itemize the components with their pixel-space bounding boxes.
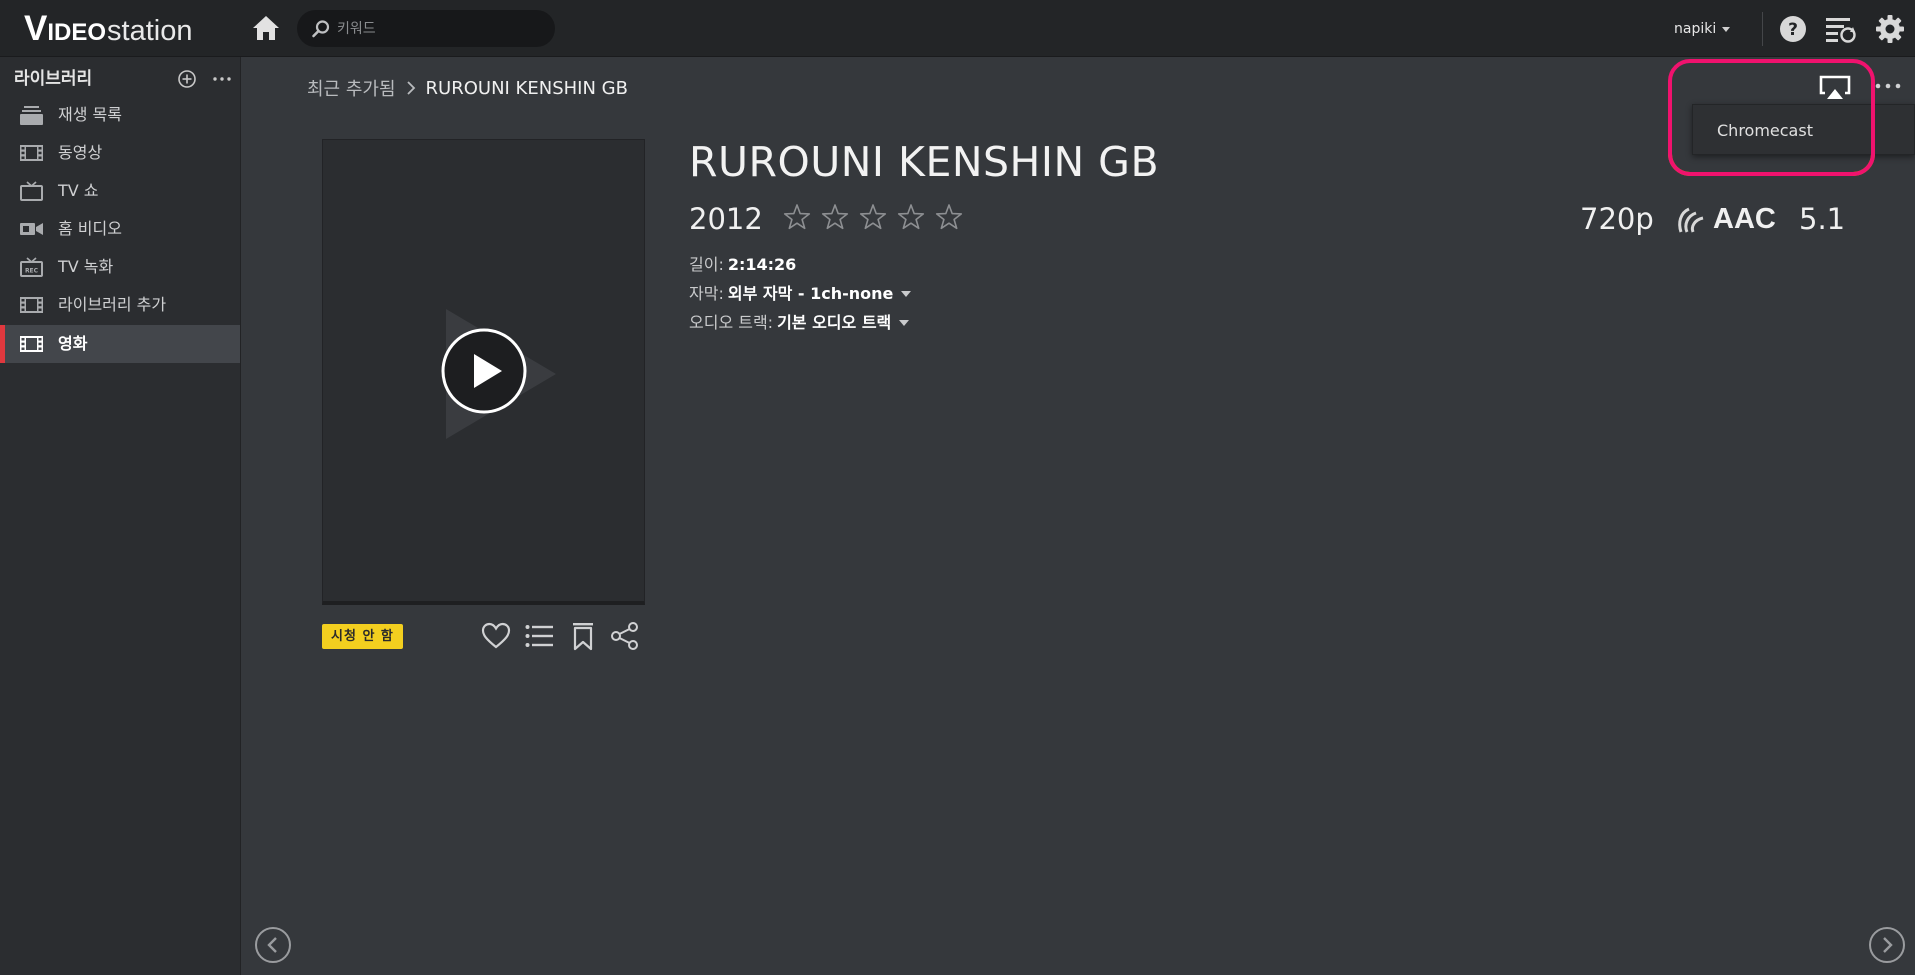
- chevron-down-icon[interactable]: [901, 291, 912, 297]
- sidebar-item-tv-recording[interactable]: REC TV 녹화: [0, 248, 240, 286]
- home-icon: [253, 16, 279, 40]
- sidebar-item-label: 홈 비디오: [58, 219, 122, 238]
- videostation-logo: V IDEO station: [24, 9, 193, 48]
- add-to-playlist-icon[interactable]: [523, 620, 555, 652]
- subtitle-label: 자막:: [689, 284, 724, 303]
- svg-text:REC: REC: [25, 268, 39, 275]
- sidebar-item-movies[interactable]: 영화: [0, 325, 240, 363]
- audio-codec: AAC: [1675, 202, 1776, 236]
- user-menu[interactable]: napiki: [1674, 18, 1731, 40]
- search-box[interactable]: [297, 10, 555, 47]
- sidebar-item-add-library[interactable]: 라이브러리 추가: [0, 286, 240, 324]
- sidebar-item-label: 동영상: [58, 143, 103, 162]
- next-arrow-icon[interactable]: [1868, 926, 1906, 964]
- logo-letter: V: [24, 9, 48, 48]
- audio-channels-label: 5.1: [1799, 202, 1846, 236]
- audio-codec-text: AAC: [1713, 202, 1776, 235]
- film-icon: [20, 336, 43, 352]
- airplay-cast-icon[interactable]: [1817, 72, 1853, 102]
- film-icon: [20, 145, 43, 161]
- search-icon: [312, 20, 330, 38]
- favorite-heart-icon[interactable]: [480, 620, 512, 652]
- top-bar: VIDEOstation napiki ?: [0, 0, 1915, 57]
- star-icon[interactable]: [933, 202, 971, 234]
- sidebar-item-tv-shows[interactable]: TV 쇼: [0, 172, 240, 210]
- settings-icon[interactable]: [1875, 14, 1905, 44]
- duration-row: 길이: 2:14:26: [689, 254, 796, 276]
- playlist-icon: [20, 106, 43, 125]
- breadcrumb-parent-link[interactable]: 최근 추가됨: [307, 75, 396, 101]
- more-icon[interactable]: [1874, 76, 1904, 96]
- sidebar-item-videos[interactable]: 동영상: [0, 134, 240, 172]
- cast-menu-item-chromecast[interactable]: Chromecast: [1693, 105, 1915, 156]
- sidebar-item-home-videos[interactable]: 홈 비디오: [0, 210, 240, 248]
- sidebar: 라이브러리 재생 목록 동영상 TV 쇼 홈 비디오 REC TV 녹화 라이브…: [0, 57, 241, 975]
- sidebar-item-label: TV 녹화: [58, 257, 114, 276]
- username: napiki: [1674, 21, 1717, 37]
- tv-icon: [20, 181, 43, 201]
- bookmark-icon[interactable]: [567, 620, 599, 652]
- subtitle-select[interactable]: 외부 자막 - 1ch-none: [728, 283, 894, 305]
- svg-text:?: ?: [1788, 20, 1798, 40]
- movie-title: RUROUNI KENSHIN GB: [689, 138, 1160, 186]
- rating-stars[interactable]: [781, 202, 971, 234]
- sidebar-item-label: TV 쇼: [58, 181, 99, 200]
- movie-poster[interactable]: [322, 139, 645, 605]
- breadcrumb: 최근 추가됨 RUROUNI KENSHIN GB: [307, 75, 628, 101]
- audio-track-select[interactable]: 기본 오디오 트랙: [777, 312, 891, 334]
- chevron-down-icon[interactable]: [899, 320, 910, 326]
- star-icon[interactable]: [895, 202, 933, 234]
- cast-device-menu: Chromecast: [1692, 104, 1915, 155]
- sidebar-item-label: 영화: [58, 334, 88, 353]
- previous-arrow-icon[interactable]: [254, 926, 292, 964]
- sidebar-item-playlist[interactable]: 재생 목록: [0, 96, 240, 134]
- duration-label: 길이:: [689, 255, 724, 274]
- chevron-down-icon: [1722, 26, 1731, 32]
- audio-wave-icon: [1678, 207, 1704, 233]
- breadcrumb-current: RUROUNI KENSHIN GB: [425, 77, 628, 99]
- divider: [1762, 12, 1763, 46]
- logo-station: station: [107, 15, 193, 47]
- star-icon[interactable]: [857, 202, 895, 234]
- play-button[interactable]: [440, 327, 528, 415]
- camcorder-icon: [20, 223, 43, 235]
- add-library-icon[interactable]: [176, 68, 198, 90]
- sidebar-item-label: 재생 목록: [58, 105, 122, 124]
- chevron-right-icon: [406, 81, 415, 95]
- logo-ideo: IDEO: [47, 19, 107, 46]
- film-icon: [20, 297, 43, 313]
- audio-track-label: 오디오 트랙:: [689, 313, 774, 332]
- watch-status-badge[interactable]: 시청 안 함: [322, 624, 403, 649]
- home-button[interactable]: [251, 14, 281, 42]
- duration-value: 2:14:26: [727, 255, 797, 274]
- search-input[interactable]: [337, 16, 537, 41]
- sidebar-header: 라이브러리: [14, 66, 236, 92]
- resolution-label: 720p: [1580, 202, 1654, 236]
- more-icon[interactable]: [210, 68, 234, 90]
- star-icon[interactable]: [781, 202, 819, 234]
- movie-year: 2012: [689, 202, 763, 236]
- tv-recording-icon: REC: [20, 257, 43, 277]
- star-icon[interactable]: [819, 202, 857, 234]
- help-icon[interactable]: ?: [1778, 14, 1808, 44]
- sidebar-title: 라이브러리: [14, 69, 93, 89]
- task-list-icon[interactable]: [1824, 14, 1858, 44]
- audio-track-row: 오디오 트랙: 기본 오디오 트랙: [689, 312, 910, 334]
- sidebar-item-label: 라이브러리 추가: [58, 295, 167, 314]
- subtitle-row: 자막: 외부 자막 - 1ch-none: [689, 283, 912, 305]
- share-icon[interactable]: [609, 620, 641, 652]
